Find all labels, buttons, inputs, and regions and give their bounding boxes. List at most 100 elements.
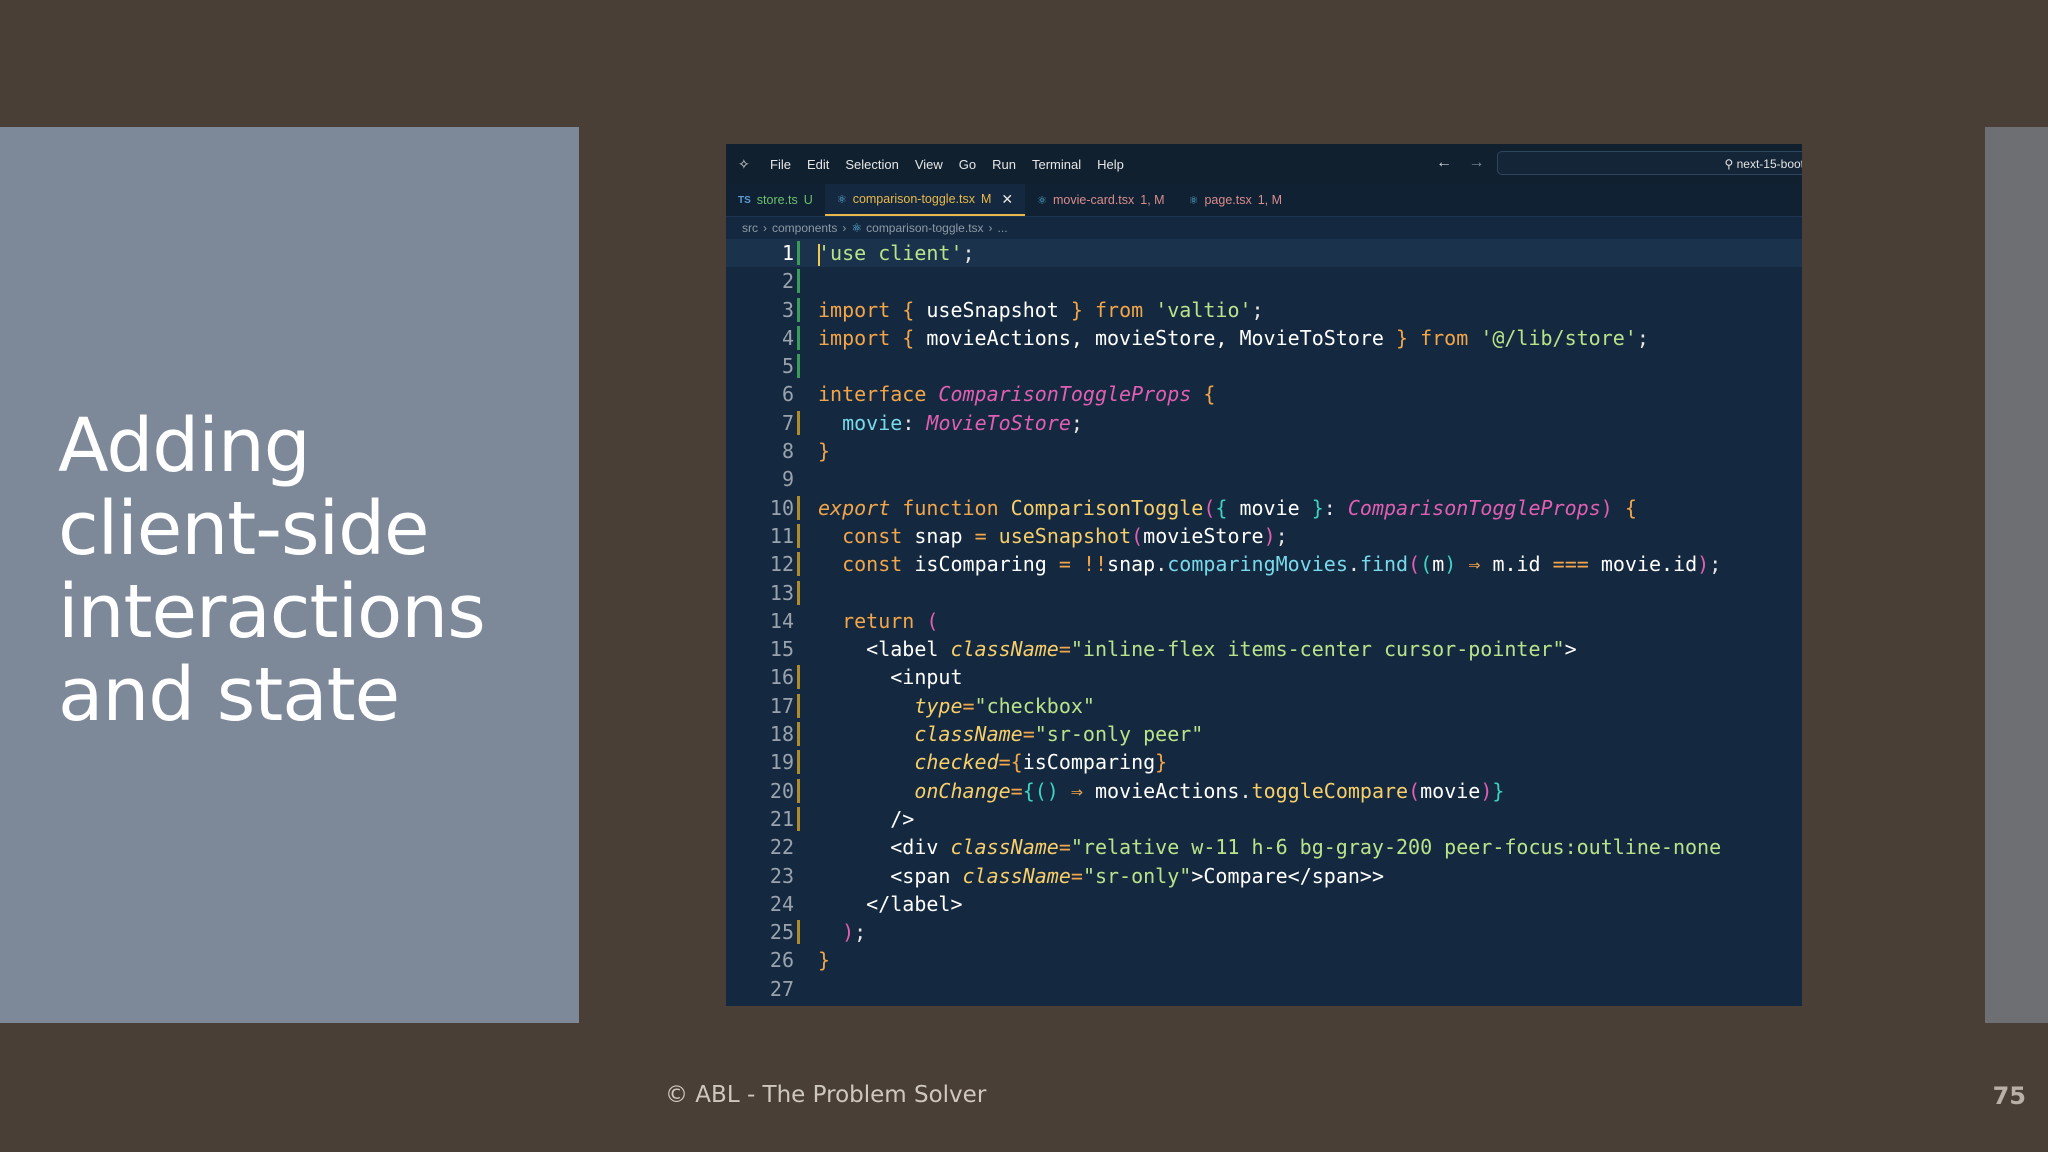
git-modified-marker	[797, 806, 800, 831]
code-token: <label	[866, 637, 939, 662]
code-line: 21 />	[726, 805, 1802, 833]
code-token: <span	[890, 863, 951, 888]
menu-edit[interactable]: Edit	[807, 157, 829, 172]
code-line: 1 'use client';	[726, 239, 1802, 268]
code-line: 27	[726, 975, 1802, 1003]
code-token: movie	[1239, 495, 1300, 520]
code-token: snap	[1107, 552, 1156, 577]
react-icon: ⚛	[836, 193, 847, 206]
code-line: 8}	[726, 437, 1802, 465]
code-area[interactable]: 1'use client'; 2 3 import { useSnapshot }…	[726, 239, 1802, 1003]
code-token: '@/lib/store'	[1480, 325, 1637, 350]
typescript-icon: TS	[738, 194, 751, 206]
tab-store-ts[interactable]: TS store.ts U	[726, 184, 825, 216]
code-token: movieStore	[1143, 523, 1264, 548]
git-added-marker	[797, 325, 800, 350]
code-line: 16 <input	[726, 663, 1802, 691]
code-line: 7 movie: MovieToStore;	[726, 409, 1802, 437]
code-token: <div	[890, 835, 939, 860]
menu-go[interactable]: Go	[959, 157, 976, 172]
code-token: ⇒	[1468, 552, 1481, 577]
code-token: "sr-only"	[1082, 863, 1192, 888]
code-line: 12 const isComparing = !!snap.comparingM…	[726, 550, 1802, 578]
code-token: toggleCompare	[1251, 778, 1409, 803]
code-line: 11 const snap = useSnapshot(movieStore);	[726, 522, 1802, 550]
code-line: 23 <span className="sr-only">Compare</sp…	[726, 862, 1802, 890]
git-added-marker	[797, 269, 800, 294]
code-token: Compare	[1203, 863, 1288, 888]
code-line: 24 </label>	[726, 890, 1802, 918]
git-added-marker	[797, 241, 800, 265]
forward-arrow-icon[interactable]: →	[1468, 154, 1484, 171]
menu-run[interactable]: Run	[992, 157, 1016, 172]
navigation-arrows: ← →	[1436, 154, 1496, 172]
line-number: 16	[769, 665, 794, 690]
tab-movie-card[interactable]: ⚛ movie-card.tsx 1, M	[1025, 184, 1176, 216]
code-token: movie.id	[1600, 552, 1698, 577]
code-line: 22 <div className="relative w-11 h-6 bg-…	[726, 833, 1802, 861]
code-line: 10 export function ComparisonToggle({ mov…	[726, 494, 1802, 522]
code-token: ComparisonToggle	[1010, 495, 1204, 520]
code-token: ComparisonToggleProps	[938, 382, 1192, 407]
code-line: 17 type="checkbox"	[726, 692, 1802, 720]
menu-terminal[interactable]: Terminal	[1032, 157, 1081, 172]
slide-title: Adding client-side interactions and stat…	[58, 405, 558, 737]
slide-title-line: and state	[58, 652, 400, 738]
slide-title-line: client-side	[58, 486, 430, 572]
tab-comparison-toggle[interactable]: ⚛ comparison-toggle.tsx M ✕	[824, 184, 1026, 216]
git-modified-marker	[797, 722, 800, 747]
code-line: 5	[726, 352, 1802, 380]
menu-selection[interactable]: Selection	[845, 157, 898, 172]
git-modified-marker	[797, 665, 800, 690]
line-number: 9	[781, 467, 794, 492]
tab-label: store.ts	[756, 193, 798, 207]
code-token: m.id	[1492, 552, 1541, 577]
chevron-right-icon: ›	[988, 221, 993, 235]
code-token: interface	[818, 382, 927, 407]
menu-help[interactable]: Help	[1097, 157, 1124, 172]
code-token: ;	[962, 241, 975, 265]
line-number: 14	[769, 608, 794, 633]
code-line: 4 import { movieActions, movieStore, Movi…	[726, 324, 1802, 352]
git-modified-marker	[797, 580, 800, 605]
breadcrumb-item[interactable]: components	[772, 221, 837, 235]
line-number: 3	[781, 297, 794, 322]
line-number: 21	[769, 806, 794, 831]
tab-status: 1, M	[1140, 193, 1165, 207]
breadcrumb-item[interactable]: comparison-toggle.tsx	[866, 221, 983, 235]
code-token: import	[818, 297, 891, 322]
code-token: comparingMovies	[1167, 552, 1348, 577]
close-icon[interactable]: ✕	[1001, 191, 1013, 208]
code-token: from	[1094, 297, 1144, 322]
git-added-marker	[797, 354, 800, 379]
code-token: className	[962, 863, 1071, 888]
code-token: movieActions	[1094, 778, 1240, 803]
code-token: useSnapshot	[926, 297, 1059, 322]
line-number: 1	[781, 241, 794, 265]
chevron-right-icon: ›	[763, 221, 767, 235]
git-modified-marker	[797, 778, 800, 803]
code-token: !!	[1082, 552, 1108, 577]
git-modified-marker	[797, 523, 800, 548]
code-token: className	[914, 722, 1023, 747]
tab-page[interactable]: ⚛ page.tsx 1, M	[1177, 184, 1294, 216]
code-token: from	[1420, 325, 1469, 350]
code-line: 9	[726, 465, 1802, 493]
breadcrumb-item[interactable]: src	[742, 221, 758, 235]
line-number: 20	[769, 778, 794, 803]
code-token: ===	[1552, 552, 1589, 577]
back-arrow-icon[interactable]: ←	[1436, 154, 1452, 171]
git-modified-marker	[797, 693, 800, 718]
line-number: 10	[769, 495, 794, 520]
git-modified-marker	[797, 495, 800, 520]
breadcrumb-item[interactable]: ...	[998, 221, 1008, 235]
menu-view[interactable]: View	[915, 157, 943, 172]
menu-file[interactable]: File	[770, 157, 791, 172]
code-token: "relative w-11 h-6 bg-gray-200 peer-focu…	[1070, 835, 1722, 860]
line-number: 7	[781, 410, 794, 435]
code-token: isComparing	[1022, 750, 1156, 775]
line-number: 15	[769, 637, 794, 662]
react-icon: ⚛	[1188, 194, 1199, 207]
command-center-search[interactable]: ⚲ next-15-bootc	[1497, 151, 1802, 175]
git-modified-marker	[797, 750, 800, 775]
